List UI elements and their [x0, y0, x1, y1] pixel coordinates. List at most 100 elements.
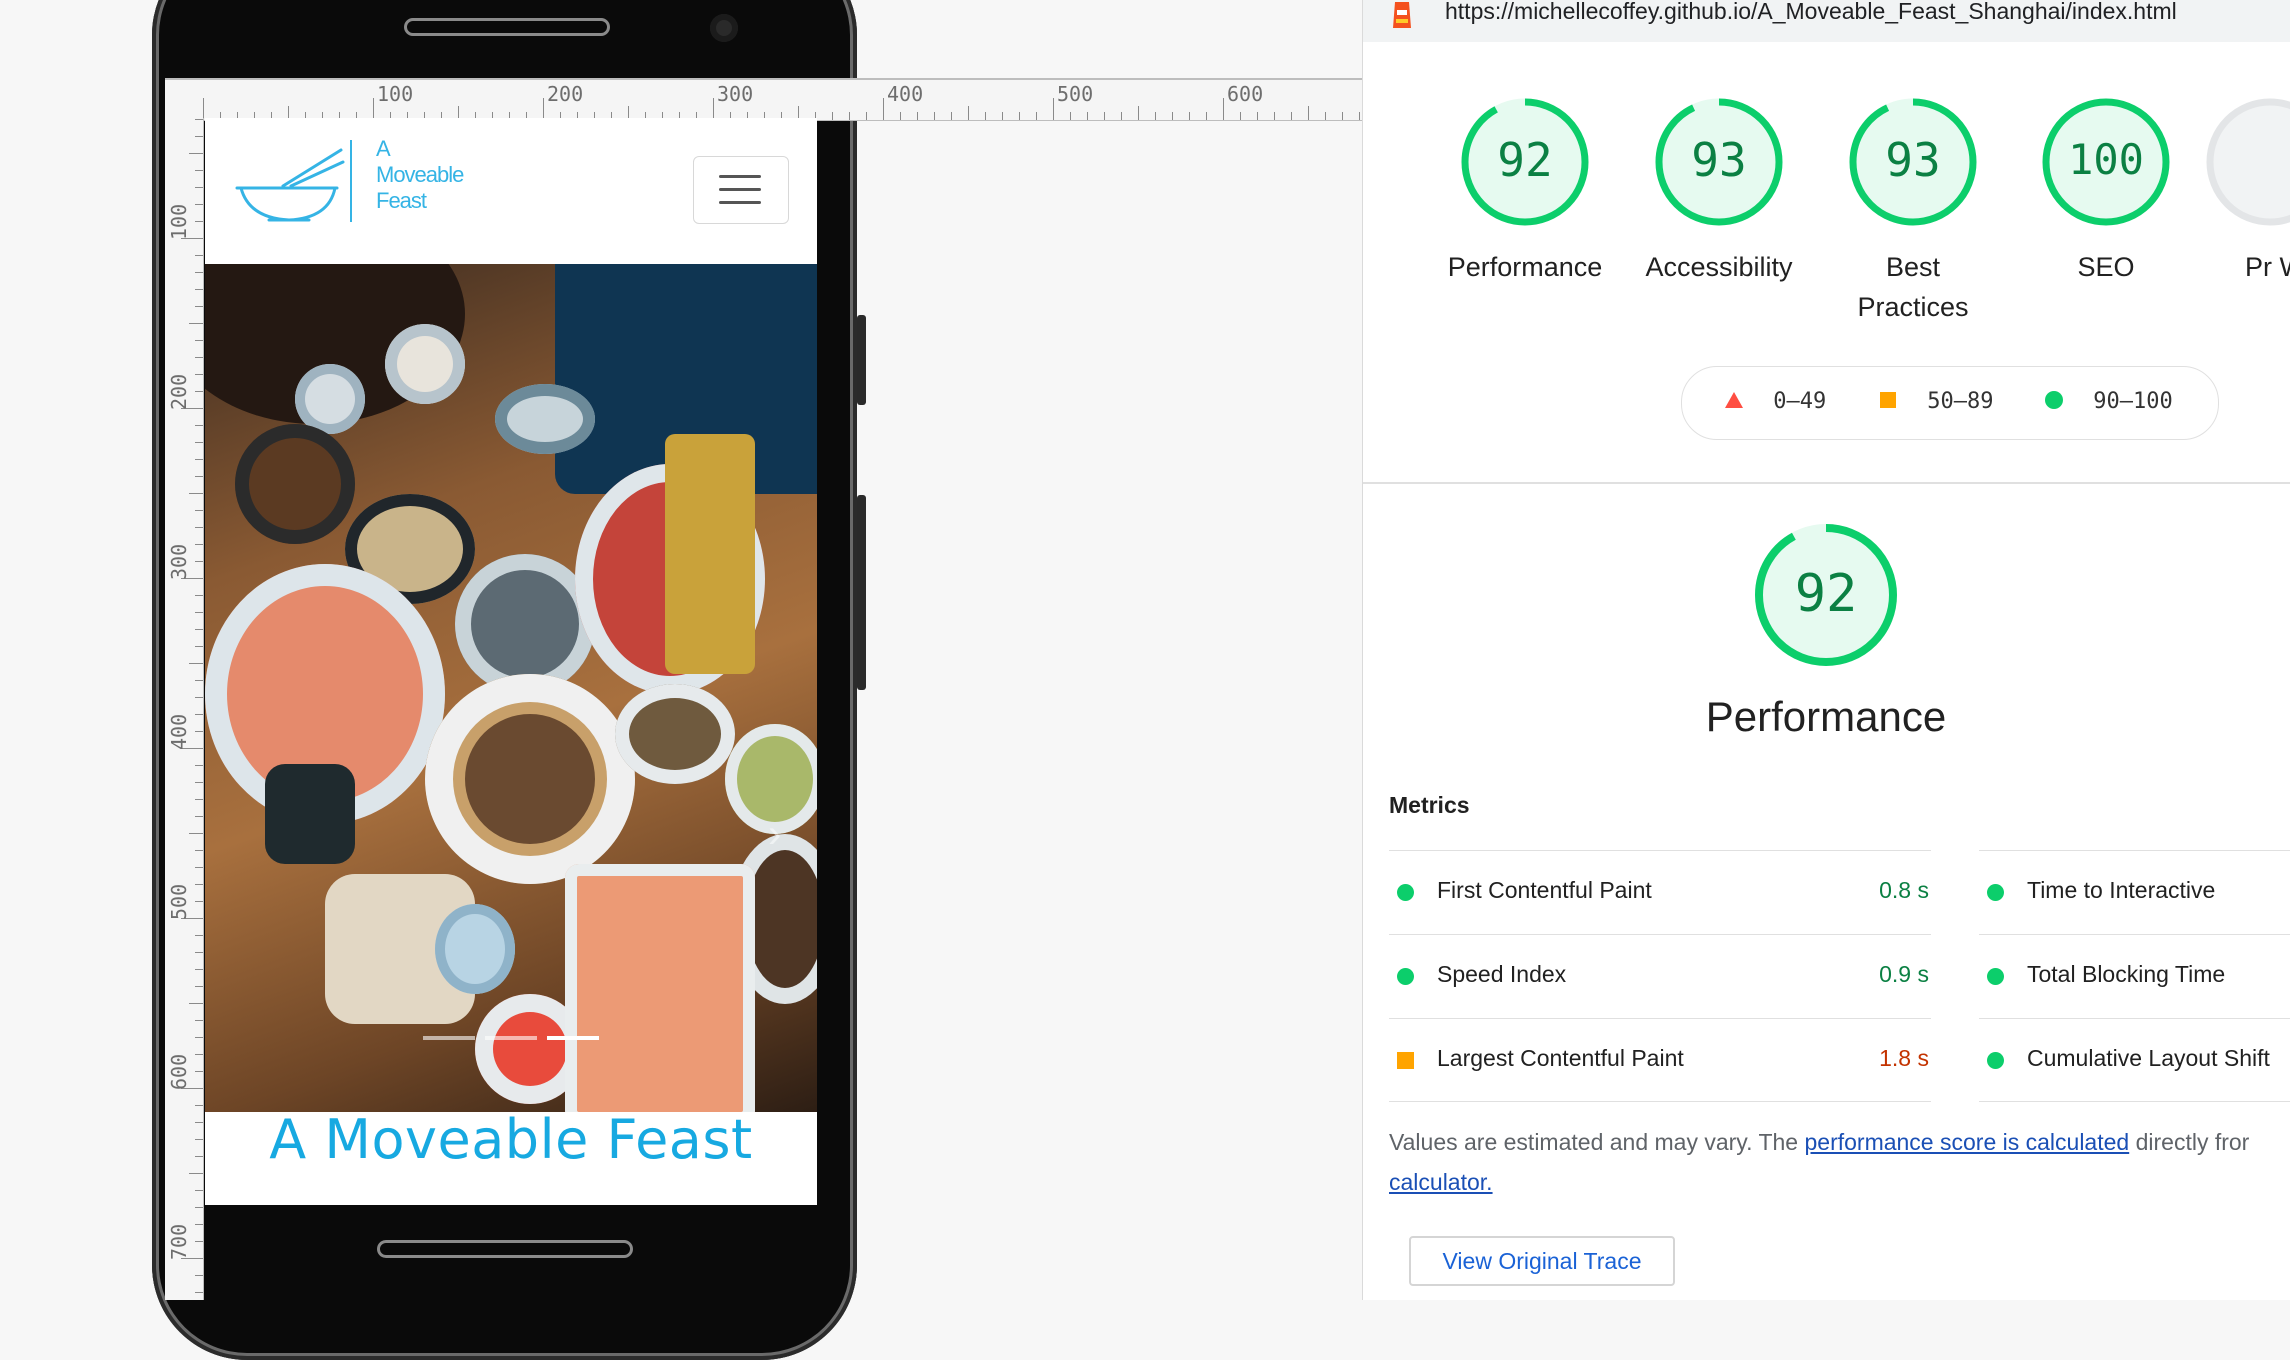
- chevron-right-icon[interactable]: ›: [768, 812, 781, 857]
- ruler-tick: [195, 255, 203, 256]
- site-logo[interactable]: A Moveable Feast: [233, 136, 464, 240]
- ruler-tick: [195, 119, 203, 120]
- gauge-best-practices[interactable]: 93 Best Practices: [1818, 95, 2008, 327]
- circle-icon: [2045, 391, 2063, 409]
- ruler-tick: [195, 289, 203, 290]
- ruler-tick: [195, 544, 203, 545]
- metrics-disclaimer: Values are estimated and may vary. The p…: [1389, 1122, 2289, 1202]
- metric-largest-contentful-paint[interactable]: Largest Contentful Paint 1.8 s: [1389, 1018, 1931, 1102]
- ruler-tick: [195, 595, 203, 596]
- ruler-label: 300: [717, 82, 754, 106]
- gauge-label: Best Practices: [1857, 252, 1969, 322]
- ruler-tick: [195, 1139, 203, 1140]
- bottom-speaker: [377, 1240, 633, 1258]
- gauge-label: Accessibility: [1645, 252, 1793, 282]
- ruler-tick: [917, 112, 918, 120]
- ruler-label: 700: [167, 1223, 191, 1260]
- horizontal-ruler: 100 200 300 400 500 600: [165, 78, 1362, 121]
- vertical-ruler: 100 200 300 400 500 600 700: [165, 118, 204, 1300]
- ruler-tick: [189, 1003, 203, 1004]
- ruler-tick: [195, 799, 203, 800]
- ruler-tick: [189, 1173, 203, 1174]
- pass-circle-icon: [1987, 1052, 2004, 1069]
- ruler-label: 100: [377, 82, 414, 106]
- metric-time-to-interactive[interactable]: Time to Interactive: [1979, 850, 2290, 933]
- gauge-seo[interactable]: 100 SEO: [2011, 95, 2201, 287]
- ruler-label: 200: [547, 82, 584, 106]
- report-url[interactable]: https://michellecoffey.github.io/A_Movea…: [1445, 0, 2177, 25]
- hamburger-menu-button[interactable]: [693, 156, 789, 224]
- section-divider: [1363, 482, 2290, 484]
- ruler-label: 500: [1057, 82, 1094, 106]
- ruler-tick: [713, 98, 714, 120]
- ruler-tick: [951, 112, 952, 120]
- ruler-tick: [195, 935, 203, 936]
- metric-label: First Contentful Paint: [1437, 877, 1652, 903]
- ruler-label: 400: [167, 713, 191, 750]
- score-calculation-link[interactable]: performance score is calculated: [1804, 1129, 2129, 1155]
- ruler-tick: [1121, 112, 1122, 120]
- metric-total-blocking-time[interactable]: Total Blocking Time: [1979, 934, 2290, 1017]
- ruler-tick: [195, 1241, 203, 1242]
- gauge-pwa-partial[interactable]: Pr W: [2203, 95, 2290, 287]
- ruler-tick: [1325, 112, 1326, 120]
- logo-line-3: Feast: [376, 188, 427, 213]
- hero-carousel-image[interactable]: ›: [205, 264, 817, 1112]
- ruler-tick: [195, 1275, 203, 1276]
- metric-speed-index[interactable]: Speed Index 0.9 s: [1389, 934, 1931, 1017]
- main-performance-gauge[interactable]: 92 Performance: [1676, 520, 1976, 742]
- ruler-tick: [195, 391, 203, 392]
- ruler-tick: [1019, 112, 1020, 120]
- pass-circle-icon: [1987, 968, 2004, 985]
- average-square-icon: [1397, 1052, 1414, 1069]
- lighthouse-report-panel[interactable]: https://michellecoffey.github.io/A_Movea…: [1362, 0, 2290, 1300]
- ruler-tick: [195, 986, 203, 987]
- metric-label: Total Blocking Time: [2027, 961, 2226, 987]
- ruler-tick: [1036, 112, 1037, 120]
- ruler-tick: [189, 153, 203, 154]
- note-text: directly fror: [2129, 1129, 2250, 1155]
- teacup: [435, 904, 515, 994]
- gauge-score: 93: [1885, 133, 1941, 187]
- ruler-label: 300: [167, 543, 191, 580]
- ruler-tick: [195, 136, 203, 137]
- ruler-tick: [195, 1224, 203, 1225]
- ruler-tick: [195, 1156, 203, 1157]
- legend-range: 90–100: [2093, 389, 2173, 414]
- volume-button: [857, 315, 866, 405]
- ruler-tick: [1274, 112, 1275, 120]
- site-header: A Moveable Feast: [205, 118, 817, 264]
- view-original-trace-button[interactable]: View Original Trace: [1409, 1236, 1675, 1286]
- carousel-indicator-active[interactable]: [547, 1036, 599, 1040]
- gauge-performance[interactable]: 92 Performance: [1430, 95, 1620, 287]
- ruler-label: 100: [167, 203, 191, 240]
- top-speaker: [404, 18, 610, 36]
- ruler-tick: [849, 112, 850, 120]
- metric-first-contentful-paint[interactable]: First Contentful Paint 0.8 s: [1389, 850, 1931, 933]
- ruler-tick: [1070, 112, 1071, 120]
- gauge-label: SEO: [2077, 252, 2135, 282]
- ruler-tick: [195, 884, 203, 885]
- carousel-indicator[interactable]: [423, 1036, 475, 1040]
- shrimp-platter: [565, 864, 755, 1112]
- ruler-tick: [195, 731, 203, 732]
- ruler-tick: [900, 112, 901, 120]
- score-legend: 0–49 50–89 90–100: [1681, 366, 2219, 440]
- legend-pass: 90–100: [2044, 389, 2173, 414]
- ruler-tick: [195, 272, 203, 273]
- carousel-indicator[interactable]: [485, 1036, 537, 1040]
- tempura-basket: [665, 434, 755, 674]
- ruler-tick: [189, 663, 203, 664]
- ruler-tick: [1308, 106, 1309, 120]
- ruler-tick: [1053, 98, 1054, 120]
- gauge-accessibility[interactable]: 93 Accessibility: [1624, 95, 1814, 287]
- metric-cumulative-layout-shift[interactable]: Cumulative Layout Shift: [1979, 1018, 2290, 1102]
- gauge-label: Performance: [1447, 252, 1603, 282]
- metric-value: 0.8 s: [1879, 877, 1929, 903]
- ruler-tick: [195, 1054, 203, 1055]
- small-bowl: [385, 324, 465, 404]
- device-screen[interactable]: A Moveable Feast › A Moveable Feast: [205, 118, 817, 1205]
- ruler-tick: [195, 527, 203, 528]
- calculator-link[interactable]: calculator.: [1389, 1169, 1493, 1195]
- ruler-tick: [1002, 112, 1003, 120]
